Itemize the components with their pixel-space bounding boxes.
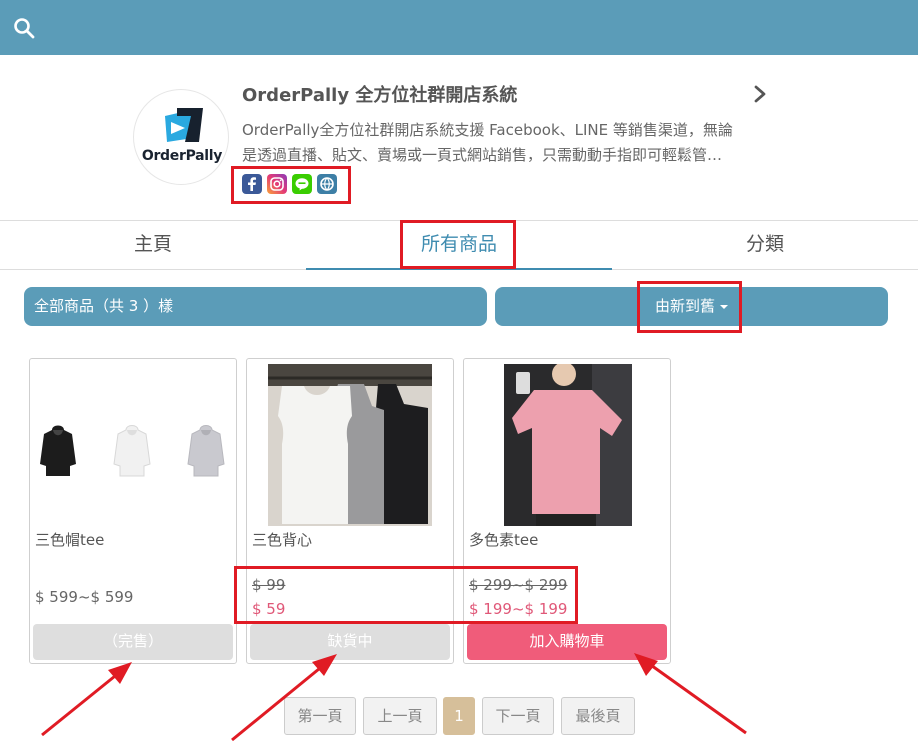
- sort-dropdown[interactable]: 由新到舊: [495, 287, 888, 326]
- product-name[interactable]: 多色素tee: [469, 529, 538, 550]
- sold-out-button[interactable]: （完售）: [33, 624, 233, 660]
- product-count-label: 全部商品（共 3 ）樣: [34, 297, 174, 315]
- shop-description: OrderPally全方位社群開店系統支援 Facebook、LINE 等銷售渠…: [242, 118, 770, 168]
- tab-categories[interactable]: 分類: [612, 221, 918, 270]
- product-count-bar: 全部商品（共 3 ）樣: [24, 287, 487, 326]
- product-name[interactable]: 三色背心: [252, 529, 312, 550]
- product-sale-price: $ 199~$ 199: [469, 600, 568, 618]
- shop-name[interactable]: OrderPally 全方位社群開店系統: [242, 81, 517, 107]
- last-page-button[interactable]: 最後頁: [561, 697, 635, 735]
- caret-down-icon: [720, 304, 728, 309]
- logo-mark-icon: [165, 108, 203, 142]
- website-icon[interactable]: [317, 174, 337, 194]
- product-card[interactable]: 三色背心 $ 99 $ 59 缺貨中: [246, 358, 454, 664]
- product-name[interactable]: 三色帽tee: [35, 529, 104, 550]
- prev-page-button[interactable]: 上一頁: [363, 697, 437, 735]
- product-original-price: $ 99: [252, 576, 286, 594]
- shop-logo: OrderPally: [133, 89, 229, 185]
- description-line-1: OrderPally全方位社群開店系統支援 Facebook、LINE 等銷售渠…: [242, 121, 733, 139]
- tab-bar: 主頁 所有商品 分類: [0, 220, 918, 270]
- sort-label: 由新到舊: [654, 297, 715, 315]
- facebook-icon[interactable]: [242, 174, 262, 194]
- product-image: [34, 364, 232, 526]
- top-bar: [0, 0, 918, 55]
- product-image: [268, 364, 432, 526]
- tab-all-products[interactable]: 所有商品: [306, 221, 612, 270]
- next-page-button[interactable]: 下一頁: [482, 697, 554, 735]
- chevron-right-icon[interactable]: [751, 84, 769, 104]
- description-line-2: 是透過直播、貼文、賣場或一頁式網站銷售，只需動動手指即可輕鬆管…: [242, 146, 723, 164]
- product-card[interactable]: 三色帽tee $ 599~$ 599 （完售）: [29, 358, 237, 664]
- add-to-cart-button[interactable]: 加入購物車: [467, 624, 667, 660]
- arrow-head-1: [108, 662, 132, 684]
- search-icon[interactable]: [12, 16, 36, 40]
- first-page-button[interactable]: 第一頁: [284, 697, 356, 735]
- arrow-1: [41, 670, 121, 737]
- product-image: [504, 364, 632, 526]
- instagram-icon[interactable]: [267, 174, 287, 194]
- tab-home[interactable]: 主頁: [0, 221, 306, 270]
- product-price: $ 599~$ 599: [35, 588, 134, 606]
- current-page-button[interactable]: 1: [443, 697, 475, 735]
- arrow-3: [647, 661, 747, 735]
- out-of-stock-button[interactable]: 缺貨中: [250, 624, 450, 660]
- logo-text: OrderPally: [141, 148, 223, 164]
- social-links: [242, 174, 337, 194]
- product-sale-price: $ 59: [252, 600, 286, 618]
- product-original-price: $ 299~$ 299: [469, 576, 568, 594]
- product-card[interactable]: 多色素tee $ 299~$ 299 $ 199~$ 199 加入購物車: [463, 358, 671, 664]
- line-icon[interactable]: [292, 174, 312, 194]
